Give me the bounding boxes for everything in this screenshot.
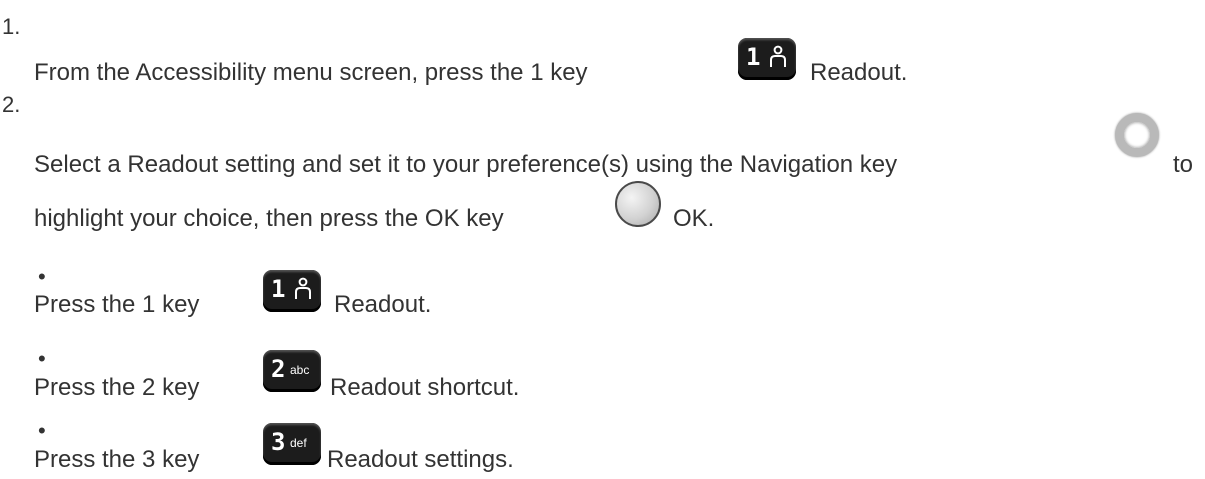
key-letters-label: def: [290, 436, 307, 450]
voicemail-glyph-icon: [295, 277, 311, 299]
step-2-line-1-after: to: [1173, 151, 1194, 178]
voicemail-glyph-icon: [770, 45, 786, 67]
key-1-icon: 1: [263, 270, 321, 312]
bullet-marker: •: [38, 418, 46, 443]
step-number: 1.: [2, 14, 21, 39]
bullet-3-text-after: Readout settings.: [327, 446, 514, 473]
navigation-key-icon: [1115, 113, 1159, 157]
step-1-text-after: Readout.: [810, 59, 908, 86]
key-digit-label: 3: [271, 428, 286, 456]
step-number: 2.: [2, 92, 21, 117]
bullet-1-text-after: Readout.: [334, 291, 432, 318]
bullet-2-text-before: Press the 2 key: [34, 374, 200, 401]
key-3-icon: 3 def: [263, 423, 321, 465]
ok-key-icon: [615, 181, 661, 227]
key-1-icon: 1: [738, 38, 796, 80]
bullet-marker: •: [38, 346, 46, 371]
bullet-3-text-before: Press the 3 key: [34, 446, 200, 473]
key-digit-label: 1: [271, 275, 286, 303]
key-letters-label: abc: [290, 363, 310, 377]
bullet-1-text-before: Press the 1 key: [34, 291, 200, 318]
step-2-line-1-before: Select a Readout setting and set it to y…: [34, 151, 898, 178]
bullet-marker: •: [38, 264, 46, 289]
bullet-2-text-after: Readout shortcut.: [330, 374, 520, 401]
key-digit-label: 1: [746, 43, 761, 71]
key-digit-label: 2: [271, 355, 286, 383]
step-2-line-2-after: OK.: [673, 205, 715, 232]
step-1-text-before: From the Accessibility menu screen, pres…: [34, 59, 588, 86]
step-2-line-2-before: highlight your choice, then press the OK…: [34, 205, 504, 232]
key-2-icon: 2 abc: [263, 350, 321, 392]
